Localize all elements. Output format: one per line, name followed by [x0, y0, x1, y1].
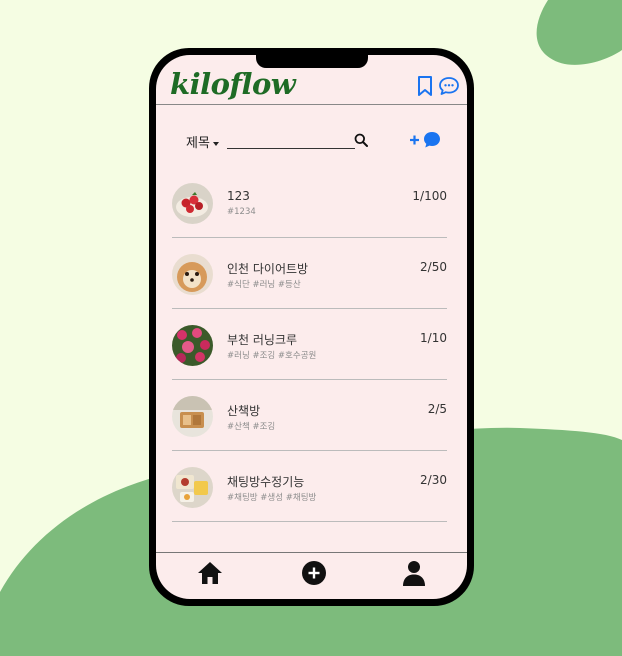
tabbar-divider [156, 552, 467, 553]
phone-frame: kiloflow 제목 123 #1234 1/100 인천 다이어트방 #식단… [149, 48, 474, 606]
filter-label: 제목 [186, 136, 210, 151]
room-name: 채팅방수정기능 [227, 475, 305, 489]
room-member-count: 2/30 [420, 473, 447, 487]
chat-dots-icon[interactable] [438, 75, 460, 97]
plus-circle-icon[interactable] [300, 559, 328, 587]
room-tags: #산책 #조깅 [227, 422, 276, 432]
phone-screen: kiloflow 제목 123 #1234 1/100 인천 다이어트방 #식단… [156, 55, 467, 599]
room-member-count: 2/5 [427, 402, 447, 416]
bookmark-icon[interactable] [414, 75, 436, 97]
list-item[interactable]: 부천 러닝크루 #러닝 #조깅 #호수공원 1/10 [172, 309, 447, 380]
home-icon[interactable] [196, 559, 224, 587]
search-icon[interactable] [354, 133, 368, 147]
background-blob-top-right [536, 0, 622, 65]
room-member-count: 1/10 [420, 331, 447, 345]
room-name: 산책방 [227, 404, 261, 418]
search-filter-dropdown[interactable]: 제목 [186, 132, 219, 151]
room-thumbnail [172, 467, 213, 508]
room-tags: #식단 #러닝 #등산 [227, 280, 301, 290]
search-bar: 제목 [156, 129, 467, 153]
add-chat-button[interactable] [409, 129, 443, 151]
list-item[interactable]: 123 #1234 1/100 [172, 167, 447, 238]
room-tags: #채팅방 #생성 #채팅방 [227, 493, 317, 503]
room-thumbnail [172, 396, 213, 437]
room-name: 인천 다이어트방 [227, 262, 309, 276]
room-member-count: 1/100 [412, 189, 447, 203]
list-item[interactable]: 산책방 #산책 #조깅 2/5 [172, 380, 447, 451]
app-logo: kiloflow [170, 67, 296, 101]
room-name: 부천 러닝크루 [227, 333, 298, 347]
room-thumbnail [172, 325, 213, 366]
room-tags: #1234 [227, 207, 256, 217]
room-member-count: 2/50 [420, 260, 447, 274]
caret-down-icon [212, 141, 219, 146]
room-tags: #러닝 #조깅 #호수공원 [227, 351, 317, 361]
room-name: 123 [227, 189, 250, 203]
list-item[interactable]: 인천 다이어트방 #식단 #러닝 #등산 2/50 [172, 238, 447, 309]
room-thumbnail [172, 254, 213, 295]
plus-icon [410, 135, 419, 145]
chat-room-list: 123 #1234 1/100 인천 다이어트방 #식단 #러닝 #등산 2/5… [172, 167, 447, 522]
list-item[interactable]: 채팅방수정기능 #채팅방 #생성 #채팅방 2/30 [172, 451, 447, 522]
search-input[interactable] [227, 131, 355, 149]
room-thumbnail [172, 183, 213, 224]
chat-bubble-icon [424, 132, 440, 148]
user-icon[interactable] [400, 559, 428, 587]
header-divider [156, 104, 467, 105]
